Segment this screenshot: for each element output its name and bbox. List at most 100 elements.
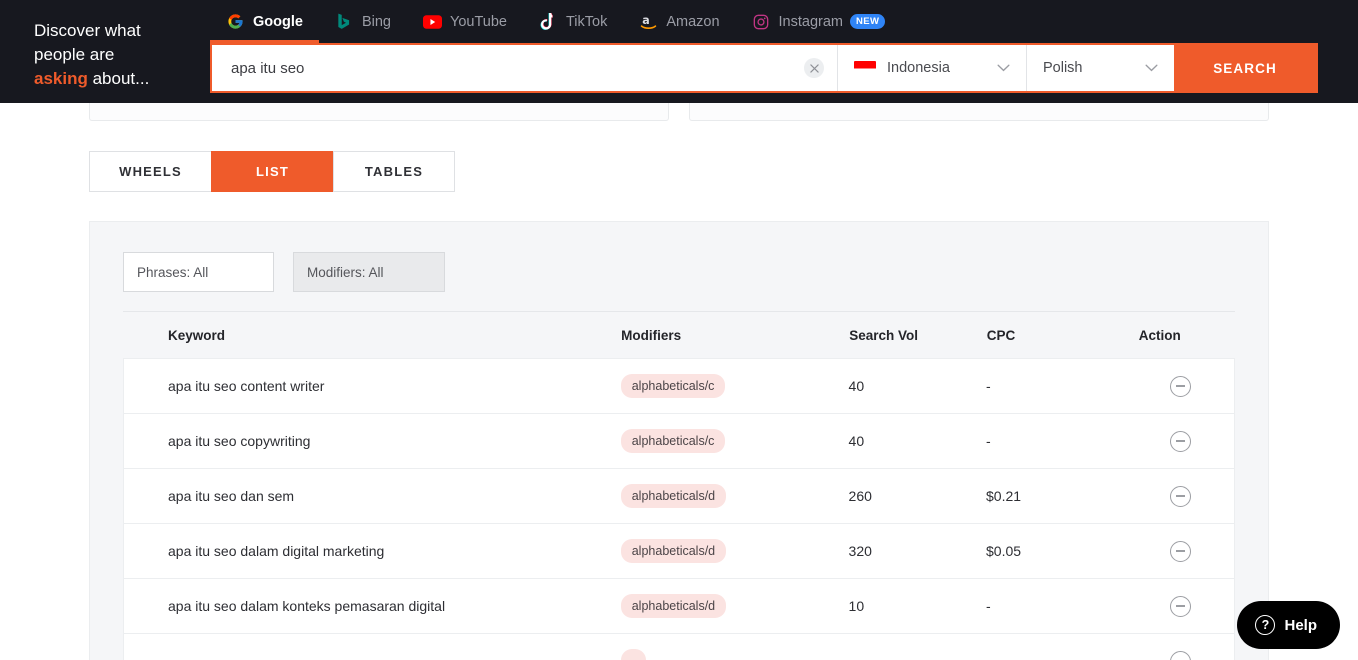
modifier-tag: alphabeticals/c	[620, 374, 726, 398]
engine-tab-label: Google	[253, 13, 303, 30]
minus-circle-icon[interactable]	[1169, 540, 1191, 562]
results-panel: Phrases: All Modifiers: All Keyword Modi…	[89, 221, 1269, 660]
country-select-label: Indonesia	[887, 60, 950, 76]
tagline-line-2: people are	[34, 45, 115, 64]
table-header-row: Keyword Modifiers Search Vol CPC Action	[123, 312, 1235, 358]
minus-circle-icon[interactable]	[1169, 650, 1191, 660]
tagline-tail: about...	[87, 69, 150, 88]
engine-tab-youtube[interactable]: YouTube	[407, 0, 523, 43]
cell-action	[1138, 485, 1234, 507]
tagline: Discover what people are asking about...	[34, 19, 202, 91]
minus-circle-icon[interactable]	[1169, 595, 1191, 617]
cell-cpc: $0.21	[986, 488, 1022, 504]
engine-tab-instagram[interactable]: Instagram NEW	[736, 0, 902, 43]
cell-keyword: apa itu seo dan sem	[168, 488, 295, 504]
cell-action	[1138, 430, 1234, 452]
new-badge: NEW	[850, 14, 886, 29]
search-input[interactable]	[212, 59, 837, 77]
cell-search-vol: 40	[848, 378, 865, 394]
phrases-filter[interactable]: Phrases: All	[123, 252, 274, 292]
engine-tab-label: TikTok	[565, 13, 608, 30]
app-header: Discover what people are asking about...…	[0, 0, 1358, 103]
cell-action	[1138, 375, 1234, 397]
chevron-down-icon	[997, 64, 1010, 72]
modifiers-filter[interactable]: Modifiers: All	[293, 252, 445, 292]
view-tabs: WHEELS LIST TABLES	[89, 151, 455, 192]
cell-keyword: apa itu seo dalam digital marketing	[168, 543, 385, 559]
engine-tab-amazon[interactable]: a Amazon	[623, 0, 735, 43]
engine-tab-google[interactable]: Google	[210, 0, 319, 43]
engine-tabs: Google Bing YouTube TikTok a Amazon Inst…	[210, 0, 901, 43]
amazon-icon: a	[639, 12, 658, 31]
cell-modifiers: alphabeticals/c	[620, 429, 849, 453]
column-header-modifiers: Modifiers	[621, 327, 682, 343]
indonesia-flag	[854, 60, 876, 76]
column-header-action: Action	[1138, 327, 1181, 343]
cell-search-vol: 40	[848, 433, 865, 449]
cell-keyword: apa itu seo copywriting	[168, 433, 311, 449]
cell-cpc: -	[986, 378, 991, 394]
minus-circle-icon[interactable]	[1169, 430, 1191, 452]
instagram-icon	[752, 12, 771, 31]
table-row: apa itu seo dalam konteks pemasaran digi…	[124, 579, 1234, 634]
column-header-cpc: CPC	[986, 327, 1016, 343]
filter-row: Phrases: All Modifiers: All	[90, 222, 1268, 292]
keyword-table: Keyword Modifiers Search Vol CPC Action …	[123, 311, 1235, 660]
language-select[interactable]: Polish	[1026, 45, 1174, 91]
cell-cpc: -	[986, 598, 991, 614]
tiktok-icon	[539, 12, 558, 31]
cell-action	[1138, 650, 1234, 660]
search-button[interactable]: SEARCH	[1174, 45, 1316, 91]
table-row: apa itu seo dan sem alphabeticals/d 260 …	[124, 469, 1234, 524]
cell-modifiers: alphabeticals/d	[620, 539, 849, 563]
cell-modifiers: alphabeticals/d	[620, 594, 849, 618]
google-icon	[226, 12, 245, 31]
cell-modifiers: alphabeticals/d	[620, 484, 849, 508]
table-row: apa itu seo content writer alphabeticals…	[124, 359, 1234, 414]
bing-icon	[335, 12, 354, 31]
cell-keyword: apa itu seo content writer	[168, 378, 325, 394]
modifier-tag: alphabeticals/d	[620, 484, 727, 508]
chevron-down-icon	[1145, 64, 1158, 72]
tab-tables[interactable]: TABLES	[333, 151, 455, 192]
close-icon	[809, 63, 819, 73]
column-header-search-vol: Search Vol	[849, 327, 918, 343]
tab-wheels[interactable]: WHEELS	[89, 151, 211, 192]
summary-card-left	[89, 103, 669, 121]
country-select[interactable]: Indonesia	[837, 45, 1026, 91]
engine-tab-label: Amazon	[666, 13, 720, 30]
cell-search-vol: 320	[848, 543, 872, 559]
cell-modifiers: alphabeticals/c	[620, 374, 849, 398]
table-row: apa itu seo copywriting alphabeticals/c …	[124, 414, 1234, 469]
tagline-line-1: Discover what	[34, 21, 141, 40]
cell-keyword: apa itu seo dalam konteks pemasaran digi…	[168, 598, 446, 614]
cell-cpc: $0.05	[986, 543, 1022, 559]
modifier-tag: alphabeticals/c	[620, 429, 726, 453]
cell-action	[1138, 540, 1234, 562]
cell-cpc: -	[986, 433, 991, 449]
tagline-accent: asking	[34, 69, 88, 88]
summary-card-right	[689, 103, 1269, 121]
modifier-tag: alphabeticals/d	[620, 594, 727, 618]
engine-tab-tiktok[interactable]: TikTok	[523, 0, 623, 43]
search-bar: Indonesia Polish SEARCH	[210, 43, 1318, 93]
engine-tab-label: Bing	[361, 13, 391, 30]
language-select-label: Polish	[1043, 60, 1083, 76]
table-body: apa itu seo content writer alphabeticals…	[123, 358, 1235, 660]
svg-text:a: a	[643, 14, 650, 27]
page-body: WHEELS LIST TABLES Phrases: All Modifier…	[0, 103, 1358, 660]
clear-search-button[interactable]	[804, 58, 824, 78]
engine-tab-bing[interactable]: Bing	[319, 0, 407, 43]
table-row: apa itu seo dalam digital marketing alph…	[124, 524, 1234, 579]
tab-list[interactable]: LIST	[211, 151, 333, 192]
engine-tab-label: YouTube	[449, 13, 507, 30]
column-header-keyword: Keyword	[168, 327, 226, 343]
youtube-icon	[422, 12, 442, 31]
modifier-tag	[620, 649, 647, 660]
help-label: Help	[1284, 616, 1317, 634]
cell-search-vol: 260	[848, 488, 872, 504]
help-widget[interactable]: ? Help	[1237, 601, 1340, 649]
minus-circle-icon[interactable]	[1169, 485, 1191, 507]
minus-circle-icon[interactable]	[1169, 375, 1191, 397]
engine-tab-label: Instagram	[778, 13, 844, 30]
